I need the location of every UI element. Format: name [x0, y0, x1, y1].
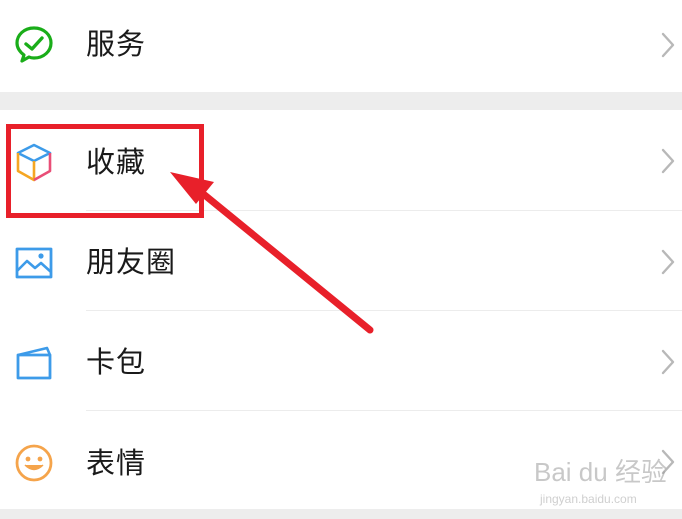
- stickers-icon: [15, 444, 53, 482]
- highlight-box: [6, 124, 204, 218]
- menu-item-label: 服务: [86, 27, 147, 61]
- menu-item-label: 朋友圈: [86, 245, 177, 279]
- chevron-right-icon: [661, 148, 675, 174]
- section-gap: [0, 92, 682, 110]
- watermark-url: jingyan.baidu.com: [540, 492, 637, 506]
- menu-item-moments[interactable]: 朋友圈: [0, 211, 682, 310]
- chevron-right-icon: [661, 349, 675, 375]
- menu-item-card-wallet[interactable]: 卡包: [0, 311, 682, 410]
- service-icon: [15, 26, 53, 63]
- watermark-logo: Bai du 经验: [534, 457, 667, 487]
- menu-item-service[interactable]: 服务: [0, 0, 682, 92]
- chevron-right-icon: [661, 249, 675, 275]
- menu-item-label: 表情: [86, 446, 147, 480]
- card-wallet-icon: [16, 346, 52, 380]
- wechat-me-menu: 服务 收藏 朋友圈 卡包 表情 Bai du 经验 jingyan.baidu.…: [0, 0, 682, 519]
- watermark: Bai du 经验 jingyan.baidu.com: [534, 452, 674, 514]
- menu-item-label: 卡包: [86, 345, 147, 379]
- chevron-right-icon: [661, 32, 675, 58]
- moments-icon: [15, 247, 53, 279]
